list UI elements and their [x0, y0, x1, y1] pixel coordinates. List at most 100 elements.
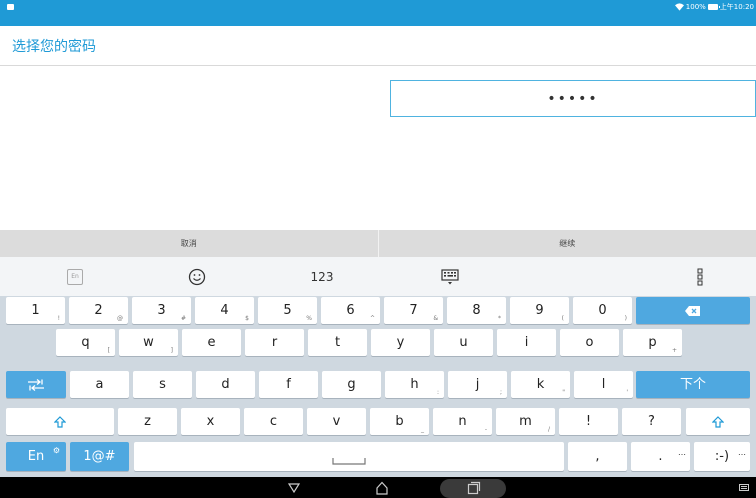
key-label: g	[347, 377, 356, 392]
key-sublabel: /	[547, 426, 550, 433]
home-button[interactable]	[372, 477, 392, 498]
key-h[interactable]: h:	[385, 371, 444, 398]
key-sublabel: ^	[369, 315, 375, 322]
key-sublabel: ;	[499, 389, 502, 396]
key-question[interactable]: ?	[622, 408, 681, 435]
key-label: b	[395, 414, 404, 429]
key-n[interactable]: n-	[433, 408, 492, 435]
key-label: w	[143, 335, 154, 350]
numeric-keyboard-button[interactable]: 123	[305, 257, 339, 296]
key-label: s	[159, 377, 166, 392]
key-t[interactable]: t	[308, 329, 367, 356]
recents-button[interactable]	[464, 477, 484, 498]
backspace-key[interactable]	[636, 297, 750, 324]
key-sublabel: ]	[170, 347, 173, 354]
language-badge[interactable]: En	[60, 257, 90, 296]
key-sublabel: %	[306, 315, 312, 322]
keyboard-settings-button[interactable]	[436, 257, 464, 296]
key-v[interactable]: v	[307, 408, 366, 435]
shift-icon	[53, 415, 67, 428]
key-r[interactable]: r	[245, 329, 304, 356]
key-label: ,	[595, 449, 600, 464]
key-3[interactable]: 3 #	[132, 297, 191, 324]
key-label: 5	[283, 303, 292, 318]
key-g[interactable]: g	[322, 371, 381, 398]
language-key[interactable]: En ⚙	[6, 442, 66, 471]
key-label: r	[271, 335, 278, 350]
key-z[interactable]: z	[118, 408, 177, 435]
key-p[interactable]: p +	[623, 329, 682, 356]
shift-right-key[interactable]	[686, 408, 750, 435]
key-sublabel: _	[421, 426, 424, 433]
key-s[interactable]: s	[133, 371, 192, 398]
comma-key[interactable]: ,	[568, 442, 627, 471]
shift-icon	[711, 415, 725, 428]
period-key[interactable]: .…	[631, 442, 690, 471]
key-0[interactable]: 0)	[573, 297, 632, 324]
key-4[interactable]: 4 $	[195, 297, 254, 324]
tab-key[interactable]	[6, 371, 66, 398]
key-j[interactable]: j;	[448, 371, 507, 398]
emoticon-key[interactable]: :-)…	[694, 442, 750, 471]
key-c[interactable]: c	[244, 408, 303, 435]
key-exclamation[interactable]: !	[559, 408, 618, 435]
space-key[interactable]	[134, 442, 564, 471]
key-label: y	[396, 335, 405, 350]
key-f[interactable]: f	[259, 371, 318, 398]
key-e[interactable]: e	[182, 329, 241, 356]
key-label: 7	[409, 303, 418, 318]
key-label: En	[27, 449, 45, 464]
key-b[interactable]: b _	[370, 408, 429, 435]
key-label: z	[144, 414, 151, 429]
key-i[interactable]: i	[497, 329, 556, 356]
key-label: i	[524, 335, 529, 350]
key-label: x	[206, 414, 215, 429]
symbols-key[interactable]: 1@#	[70, 442, 129, 471]
status-indicators: 100% 上午10:20	[674, 1, 754, 13]
content-area: •••••	[0, 66, 756, 230]
key-2[interactable]: 2 @	[69, 297, 128, 324]
key-l[interactable]: l '	[574, 371, 633, 398]
keyboard-settings-icon	[441, 268, 459, 284]
key-label: c	[269, 414, 278, 429]
soft-keyboard: En 123 1 ! 2 @ 3 # 4 $ 5 % 6 ^ 7 & 8 * 9…	[0, 257, 756, 477]
key-8[interactable]: 8 *	[447, 297, 506, 324]
key-label: o	[585, 335, 594, 350]
key-o[interactable]: o	[560, 329, 619, 356]
key-6[interactable]: 6 ^	[321, 297, 380, 324]
key-y[interactable]: y	[371, 329, 430, 356]
key-label: k	[536, 377, 545, 392]
back-button[interactable]	[285, 477, 303, 498]
key-a[interactable]: a	[70, 371, 129, 398]
key-sublabel: '	[626, 389, 628, 396]
key-label: !	[585, 414, 592, 429]
key-d[interactable]: d	[196, 371, 255, 398]
key-q[interactable]: q[	[56, 329, 115, 356]
key-1[interactable]: 1!	[6, 297, 65, 324]
key-k[interactable]: k "	[511, 371, 570, 398]
key-sublabel: &	[433, 315, 438, 322]
password-input[interactable]: •••••	[390, 80, 756, 117]
key-5[interactable]: 5%	[258, 297, 317, 324]
key-label: u	[459, 335, 468, 350]
next-key[interactable]: 下个	[636, 371, 750, 398]
shift-left-key[interactable]	[6, 408, 114, 435]
key-7[interactable]: 7 &	[384, 297, 443, 324]
key-m[interactable]: m /	[496, 408, 555, 435]
keyboard-more-button[interactable]	[688, 257, 712, 296]
key-sublabel: @	[117, 315, 123, 322]
page-title: 选择您的密码	[12, 39, 96, 55]
continue-button[interactable]: 继续	[379, 230, 756, 257]
key-u[interactable]: u	[434, 329, 493, 356]
key-label: 0	[598, 303, 607, 318]
emoji-button[interactable]	[182, 257, 212, 296]
key-sublabel: )	[624, 315, 627, 322]
keyboard-switch-button[interactable]	[737, 477, 751, 498]
key-label: .	[658, 449, 663, 464]
cancel-button[interactable]: 取消	[0, 230, 378, 257]
key-w[interactable]: w]	[119, 329, 178, 356]
key-9[interactable]: 9(	[510, 297, 569, 324]
key-x[interactable]: x	[181, 408, 240, 435]
key-sublabel: *	[498, 315, 501, 322]
more-dots-icon: …	[738, 448, 746, 457]
